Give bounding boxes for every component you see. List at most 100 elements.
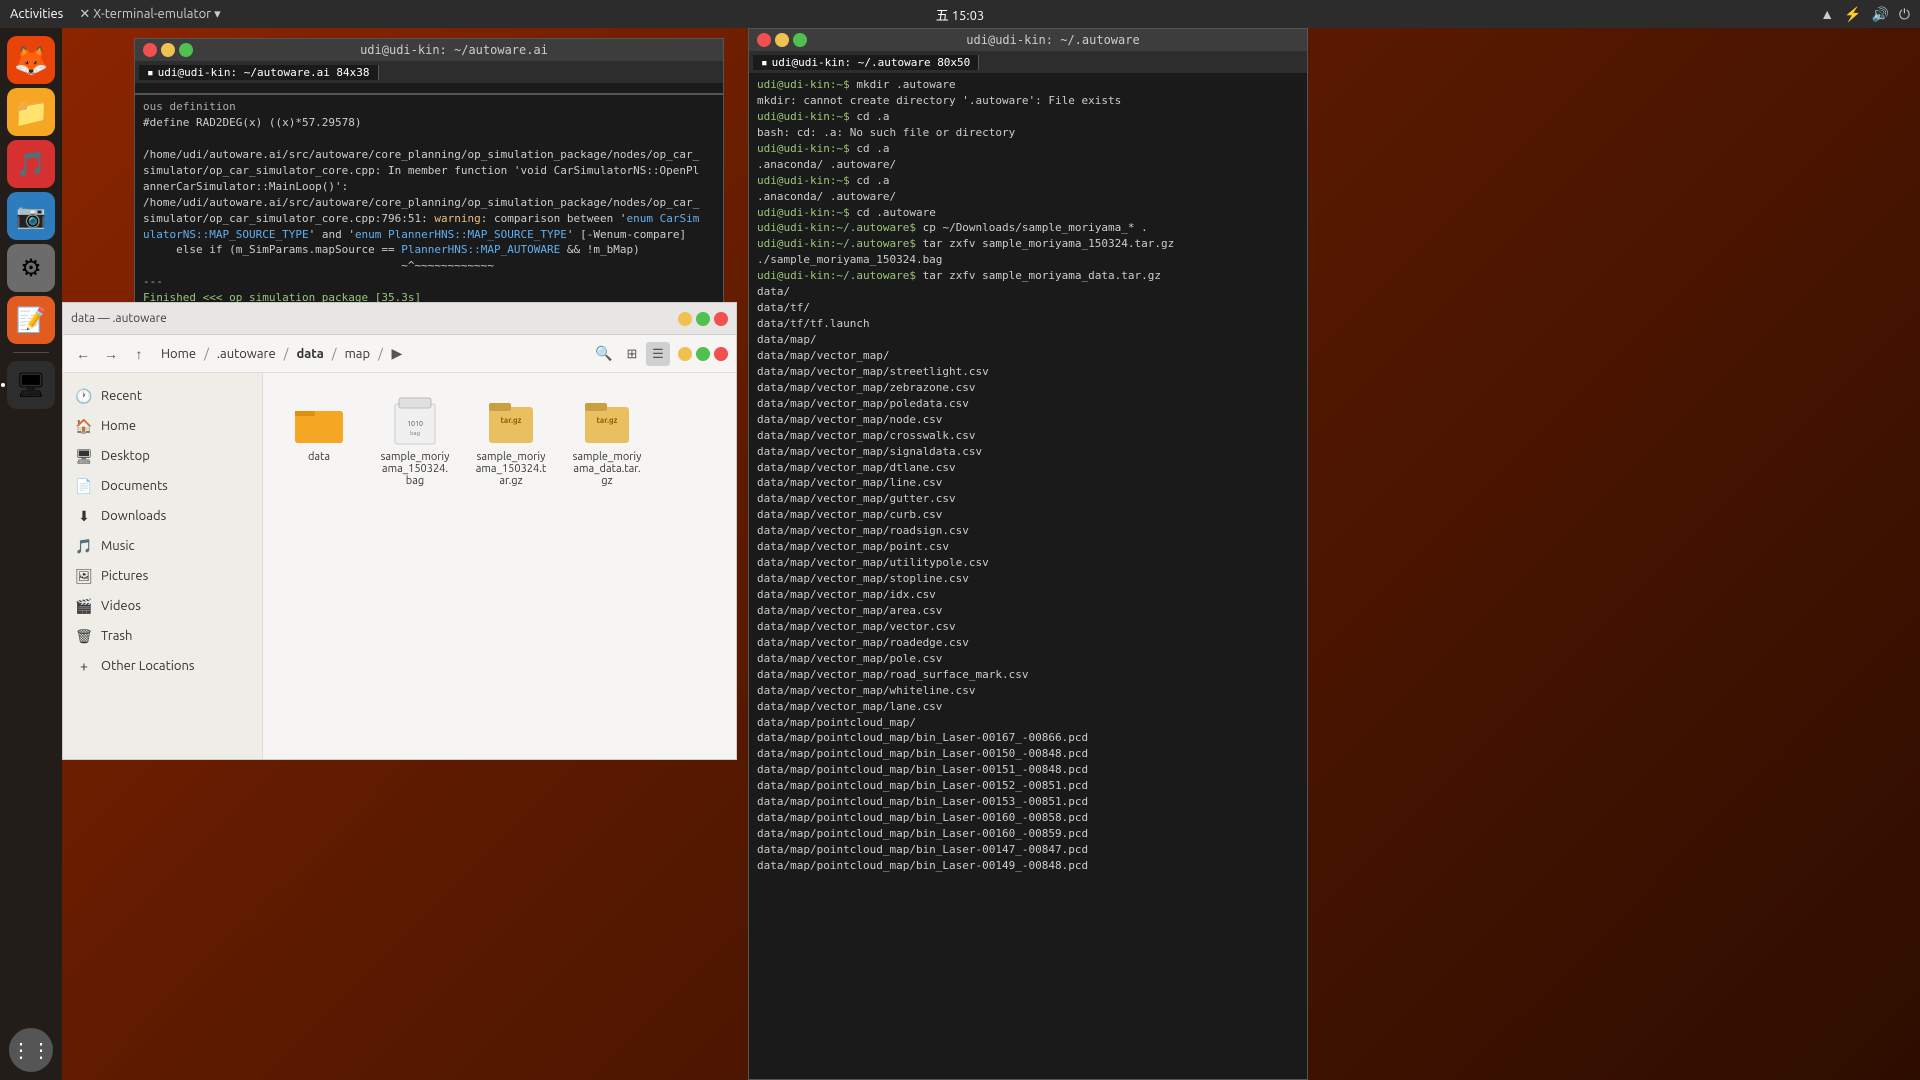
topbar: Activities ✕ X-terminal-emulator ▾ 五 15:… — [0, 0, 1920, 28]
topbar-right: ▲ ⚡ 🔊 ⏻ — [1820, 6, 1910, 23]
shotwell-icon: 📷 — [16, 202, 46, 230]
fm-view-buttons: ⊞ ☰ — [620, 342, 670, 366]
fm-up-button[interactable]: ↑ — [127, 342, 151, 366]
tbig-line11: udi@udi-kin:~/.autoware$ tar zxfv sample… — [757, 236, 1299, 252]
bag-file-icon: 1010 bag — [389, 395, 441, 447]
file-item-bag[interactable]: 1010 bag sample_moriyama_150324.bag — [375, 389, 455, 493]
topbar-clock: 五 15:03 — [936, 5, 985, 24]
file-item-data[interactable]: data — [279, 389, 359, 493]
dock-item-scratch[interactable]: 📝 — [7, 296, 55, 344]
power-icon[interactable]: ⏻ — [1899, 6, 1910, 23]
term1-line4: /home/udi/autoware.ai/src/autoware/core_… — [143, 147, 715, 195]
bag-file-label: sample_moriyama_150324.bag — [379, 451, 451, 487]
breadcrumb-more[interactable]: ▶ — [385, 342, 409, 366]
sidebar-item-pictures[interactable]: 🖼 Pictures — [63, 561, 262, 591]
tbig-line19: data/map/vector_map/streetlight.csv — [757, 364, 1299, 380]
apps-icon: ⋮⋮ — [11, 1038, 51, 1062]
sidebar-item-trash[interactable]: 🗑 Trash — [63, 621, 262, 651]
fm-toolbar-max[interactable] — [696, 347, 710, 361]
dock-item-firefox[interactable]: 🦊 — [7, 36, 55, 84]
tbig-line45: data/map/pointcloud_map/bin_Laser-00152_… — [757, 778, 1299, 794]
app-title-button[interactable]: ✕ X-terminal-emulator ▾ — [79, 7, 220, 22]
terminal-1-max[interactable] — [179, 43, 193, 57]
terminal-big-max[interactable] — [793, 33, 807, 47]
tbig-line41: data/map/pointcloud_map/ — [757, 715, 1299, 731]
dock-item-terminal[interactable]: 🖥 — [7, 361, 55, 409]
big-tab-icon: ▪ — [761, 56, 768, 69]
fm-list-view-button[interactable]: ☰ — [646, 342, 670, 366]
breadcrumb-map[interactable]: map — [339, 345, 377, 363]
sidebar-item-videos[interactable]: 🎬 Videos — [63, 591, 262, 621]
bluetooth-icon[interactable]: ⚡ — [1844, 6, 1861, 23]
sidebar-label-videos: Videos — [101, 599, 250, 613]
volume-icon[interactable]: 🔊 — [1871, 6, 1888, 23]
sidebar-item-downloads[interactable]: ⬇ Downloads — [63, 501, 262, 531]
terminal-window-1-body[interactable]: ous definition #define RAD2DEG(x) ((x)*5… — [134, 94, 724, 334]
fm-search-button[interactable]: 🔍 — [592, 342, 616, 366]
fm-toolbar-controls — [678, 347, 728, 361]
fm-toolbar-close[interactable] — [714, 347, 728, 361]
dock-item-shotwell[interactable]: 📷 — [7, 192, 55, 240]
tbig-line20: data/map/vector_map/zebrazone.csv — [757, 380, 1299, 396]
sidebar-item-documents[interactable]: 📄 Documents — [63, 471, 262, 501]
terminal-window-1: udi@udi-kin: ~/autoware.ai ▪ udi@udi-kin… — [134, 38, 724, 94]
tbig-line18: data/map/vector_map/ — [757, 348, 1299, 364]
sidebar-item-desktop[interactable]: 🖥 Desktop — [63, 441, 262, 471]
terminal-big-tabbar: ▪ udi@udi-kin: ~/.autoware 80x50 — [749, 51, 1307, 73]
terminal-1-min[interactable] — [161, 43, 175, 57]
fm-back-button[interactable]: ← — [71, 342, 95, 366]
topbar-left: Activities ✕ X-terminal-emulator ▾ — [10, 7, 221, 22]
sidebar-label-desktop: Desktop — [101, 449, 250, 463]
tbig-line37: data/map/vector_map/pole.csv — [757, 651, 1299, 667]
fm-minimize[interactable] — [678, 312, 692, 326]
term1-line1: ous definition — [143, 99, 715, 115]
targz2-icon: tar.gz — [581, 395, 633, 447]
breadcrumb-autoware[interactable]: .autoware — [211, 345, 282, 363]
tbig-line38: data/map/vector_map/road_surface_mark.cs… — [757, 667, 1299, 683]
fm-icon-view-button[interactable]: ⊞ — [620, 342, 644, 366]
sidebar-item-music[interactable]: 🎵 Music — [63, 531, 262, 561]
terminal-big-tab1[interactable]: ▪ udi@udi-kin: ~/.autoware 80x50 — [753, 55, 979, 70]
breadcrumb-data[interactable]: data — [290, 345, 329, 363]
tbig-line42: data/map/pointcloud_map/bin_Laser-00167_… — [757, 730, 1299, 746]
terminal-1-close[interactable] — [143, 43, 157, 57]
dock-item-apps[interactable]: ⋮⋮ — [9, 1028, 53, 1072]
fm-titlebar: data — .autoware — [63, 303, 736, 335]
tbig-line8: .anaconda/ .autoware/ — [757, 189, 1299, 205]
tbig-line48: data/map/pointcloud_map/bin_Laser-00160_… — [757, 826, 1299, 842]
targz2-label: sample_moriyama_data.tar.gz — [571, 451, 643, 487]
dock-item-settings[interactable]: ⚙ — [7, 244, 55, 292]
fm-maximize[interactable] — [696, 312, 710, 326]
tbig-line2: mkdir: cannot create directory '.autowar… — [757, 93, 1299, 109]
terminal-icon: 🖥 — [16, 371, 46, 399]
sidebar-item-home[interactable]: 🏠 Home — [63, 411, 262, 441]
activities-button[interactable]: Activities — [10, 7, 63, 21]
fm-toolbar-min[interactable] — [678, 347, 692, 361]
tbig-line43: data/map/pointcloud_map/bin_Laser-00150_… — [757, 746, 1299, 762]
sidebar-item-other-locations[interactable]: + Other Locations — [63, 651, 262, 681]
terminal-1-tab1[interactable]: ▪ udi@udi-kin: ~/autoware.ai 84x38 — [139, 65, 379, 80]
terminal-big-body[interactable]: udi@udi-kin:~$ mkdir .autoware mkdir: ca… — [749, 73, 1307, 1079]
file-item-targz2[interactable]: tar.gz sample_moriyama_data.tar.gz — [567, 389, 647, 493]
tbig-line32: data/map/vector_map/stopline.csv — [757, 571, 1299, 587]
terminal-big-controls — [757, 33, 807, 47]
network-icon[interactable]: ▲ — [1820, 6, 1834, 22]
fm-close[interactable] — [714, 312, 728, 326]
targz1-label: sample_moriyama_150324.tar.gz — [475, 451, 547, 487]
dock-item-rhythmbox[interactable]: 🎵 — [7, 140, 55, 188]
tbig-line14: data/ — [757, 284, 1299, 300]
tbig-line49: data/map/pointcloud_map/bin_Laser-00147_… — [757, 842, 1299, 858]
fm-title: data — .autoware — [71, 312, 167, 325]
file-item-targz1[interactable]: tar.gz sample_moriyama_150324.tar.gz — [471, 389, 551, 493]
file-manager: data — .autoware ← → ↑ Home / .autoware … — [62, 302, 737, 760]
fm-forward-button[interactable]: → — [99, 342, 123, 366]
tbig-line3: udi@udi-kin:~$ cd .a — [757, 109, 1299, 125]
term1-line3 — [143, 131, 715, 147]
breadcrumb-home[interactable]: Home — [155, 345, 202, 363]
terminal-big-min[interactable] — [775, 33, 789, 47]
terminal-big-close[interactable] — [757, 33, 771, 47]
desktop-icon: 🖥 — [75, 448, 93, 465]
breadcrumb: Home / .autoware / data / map / ▶ — [155, 342, 588, 366]
dock-item-files[interactable]: 📁 — [7, 88, 55, 136]
sidebar-item-recent[interactable]: 🕐 Recent — [63, 381, 262, 411]
